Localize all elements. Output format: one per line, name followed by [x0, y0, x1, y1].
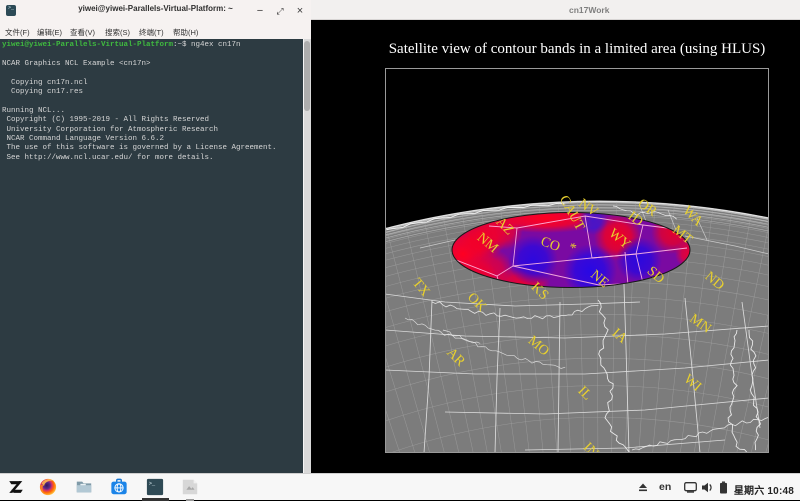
svg-text:>_: >_ — [149, 481, 156, 487]
